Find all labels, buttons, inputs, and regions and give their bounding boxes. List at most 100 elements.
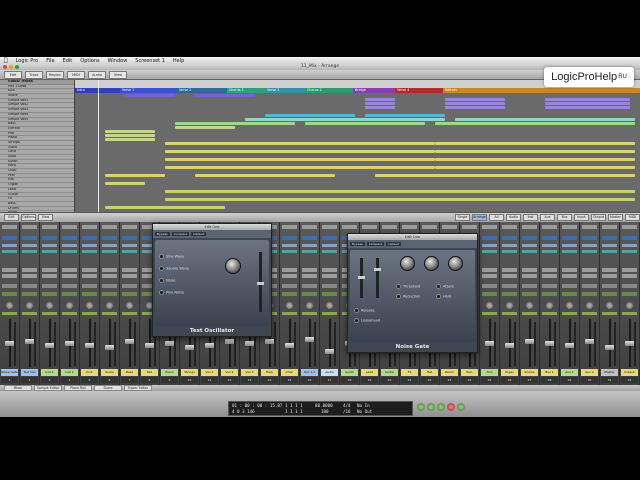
mixer-tab[interactable]: Aux [540, 214, 555, 221]
insert-slot[interactable] [62, 244, 77, 247]
io-input[interactable] [282, 268, 297, 272]
region[interactable] [175, 122, 295, 125]
channel-name[interactable]: Synth [341, 369, 358, 376]
mute-solo-buttons[interactable] [582, 312, 597, 315]
channel-name[interactable]: Room [441, 369, 458, 376]
io-output[interactable] [602, 274, 617, 278]
mute-solo-buttons[interactable] [22, 312, 37, 315]
region[interactable] [105, 174, 165, 177]
group-slot[interactable] [502, 292, 517, 296]
menu-screenset[interactable]: Screenset 1 [135, 58, 165, 64]
menu-edit[interactable]: Edit [63, 58, 73, 64]
send-slot[interactable] [542, 250, 557, 253]
insert-slot[interactable] [622, 244, 637, 247]
setting-button[interactable] [462, 225, 477, 229]
channel-name[interactable]: Choir [281, 369, 298, 376]
mixer-tab[interactable]: Output [591, 214, 606, 221]
square-wave-radio[interactable]: Square Wave [159, 266, 189, 271]
mute-solo-buttons[interactable] [42, 312, 57, 315]
io-input[interactable] [82, 268, 97, 272]
channel-name[interactable]: Master [601, 369, 618, 376]
automation-mode[interactable] [582, 284, 597, 288]
insert-slot[interactable] [562, 244, 577, 247]
insert-slot[interactable] [282, 244, 297, 247]
group-slot[interactable] [122, 292, 137, 296]
send-slot[interactable] [602, 250, 617, 253]
automation-mode[interactable] [302, 284, 317, 288]
level-slider[interactable] [257, 252, 264, 312]
channel-name[interactable]: Bass [121, 369, 138, 376]
region[interactable] [165, 158, 435, 161]
setting-button[interactable] [382, 225, 397, 229]
mute-solo-buttons[interactable] [122, 312, 137, 315]
setting-button[interactable] [442, 225, 457, 229]
group-slot[interactable] [2, 292, 17, 296]
pan-knob[interactable] [326, 302, 333, 309]
io-output[interactable] [622, 274, 637, 278]
setting-button[interactable] [22, 225, 37, 229]
volume-fader-track[interactable] [109, 319, 111, 367]
mixer-tab[interactable]: MIDI [625, 214, 640, 221]
eq-display[interactable] [522, 236, 537, 240]
io-output[interactable] [22, 274, 37, 278]
io-output[interactable] [522, 274, 537, 278]
automation-mode[interactable] [62, 284, 77, 288]
attack-knob[interactable] [400, 256, 415, 271]
mute-solo-buttons[interactable] [502, 312, 517, 315]
mixer-tab[interactable]: Edit [4, 214, 19, 221]
pan-knob[interactable] [106, 302, 113, 309]
mixer-tab[interactable]: Master [608, 214, 623, 221]
eq-display[interactable] [122, 236, 137, 240]
io-input[interactable] [22, 268, 37, 272]
pan-knob[interactable] [486, 302, 493, 309]
mute-solo-buttons[interactable] [62, 312, 77, 315]
setting-button[interactable] [542, 225, 557, 229]
mute-solo-buttons[interactable] [102, 312, 117, 315]
bypass-button[interactable]: Bypass [155, 232, 170, 236]
region[interactable] [435, 142, 635, 145]
pan-knob[interactable] [6, 302, 13, 309]
channel-name[interactable]: Inst 2 [61, 369, 78, 376]
io-output[interactable] [2, 274, 17, 278]
eq-display[interactable] [2, 236, 17, 240]
mixer-tab[interactable]: View [38, 214, 53, 221]
channel-name[interactable]: Noise Gate [1, 369, 18, 376]
channel-name[interactable]: Vox 3 [241, 369, 258, 376]
channel-name[interactable]: Bus 1 [541, 369, 558, 376]
toolbar-edit[interactable]: Edit [4, 70, 22, 79]
send-slot[interactable] [122, 250, 137, 253]
io-output[interactable] [562, 274, 577, 278]
region[interactable] [545, 106, 630, 109]
setting-button[interactable] [362, 225, 377, 229]
automation-mode[interactable] [42, 284, 57, 288]
mixer-tab[interactable]: Input [574, 214, 589, 221]
eq-display[interactable] [322, 236, 337, 240]
channel-name[interactable]: Vox 2 [221, 369, 238, 376]
channel-name[interactable]: Drums [521, 369, 538, 376]
toolbar-audio[interactable]: Audio [88, 70, 106, 79]
region[interactable] [165, 198, 635, 201]
region[interactable] [125, 94, 175, 97]
group-slot[interactable] [42, 292, 57, 296]
insert-slot[interactable] [542, 244, 557, 247]
region[interactable] [105, 134, 155, 137]
eq-display[interactable] [302, 236, 317, 240]
region[interactable] [165, 190, 635, 193]
cycle-icon[interactable] [457, 403, 465, 411]
automation-mode[interactable] [562, 284, 577, 288]
region[interactable] [105, 130, 155, 133]
automation-mode[interactable] [282, 284, 297, 288]
send-slot[interactable] [2, 250, 17, 253]
send-slot[interactable] [42, 250, 57, 253]
insert-slot[interactable] [522, 244, 537, 247]
compare-button[interactable]: Compare [171, 232, 190, 236]
eq-display[interactable] [602, 236, 617, 240]
io-output[interactable] [482, 274, 497, 278]
region[interactable] [105, 182, 145, 185]
group-slot[interactable] [282, 292, 297, 296]
pan-knob[interactable] [566, 302, 573, 309]
channel-name[interactable]: Strings [181, 369, 198, 376]
setting-button[interactable] [302, 225, 317, 229]
region[interactable] [245, 118, 445, 121]
automation-mode[interactable] [322, 284, 337, 288]
